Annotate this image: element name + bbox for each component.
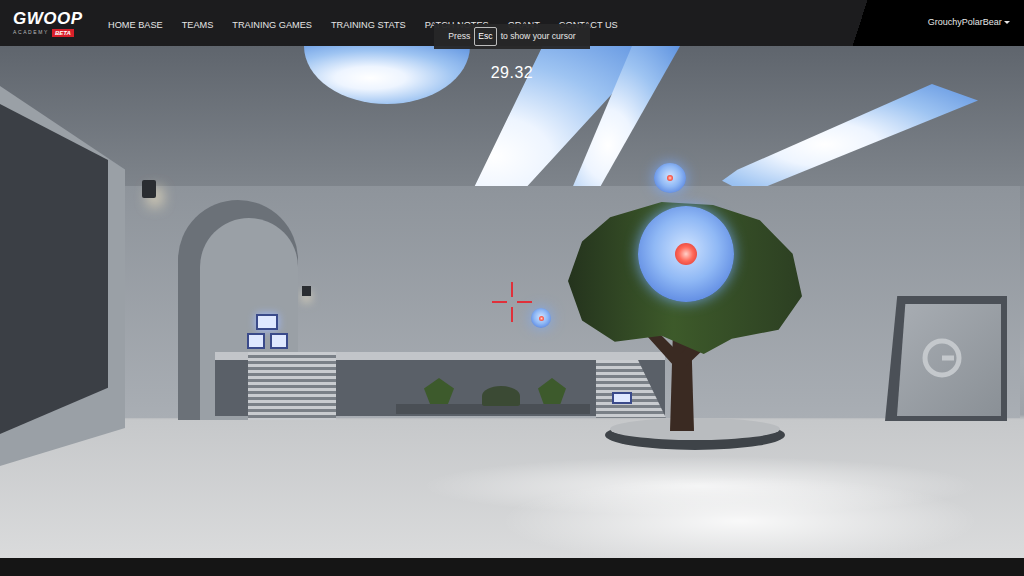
hint-text: Press (448, 30, 470, 43)
beta-badge: BETA (52, 29, 74, 37)
nav-item: HOME BASE (99, 11, 173, 35)
tree-soil (610, 418, 780, 440)
logo-subtitle: ACADEMY (13, 30, 49, 35)
stairs (248, 352, 336, 420)
wall-lamp-icon (142, 180, 156, 198)
wall-screen (0, 104, 108, 434)
hint-text: to show your cursor (501, 30, 576, 43)
cursor-hint: Press Esc to show your cursor (434, 24, 590, 49)
target-core (667, 175, 673, 181)
box (612, 392, 632, 404)
nav-item: TRAINING STATS (322, 11, 416, 35)
nav-link[interactable]: TEAMS (172, 20, 223, 30)
logo-sub: ACADEMY BETA (13, 29, 83, 37)
nav-item: TRAINING GAMES (223, 11, 322, 35)
plant-icon (482, 386, 520, 406)
box (256, 314, 278, 330)
timer: 29.32 (0, 61, 1024, 85)
target[interactable] (654, 163, 686, 193)
box (247, 333, 265, 349)
target[interactable] (531, 308, 551, 328)
floor-light (500, 476, 980, 558)
nav-link[interactable]: TRAINING GAMES (223, 20, 322, 30)
target[interactable] (638, 206, 734, 302)
esc-key: Esc (474, 27, 496, 46)
user-menu[interactable]: GrouchyPolarBear (928, 16, 1010, 30)
crosshair-icon (490, 280, 534, 324)
game-canvas[interactable]: 29.32 (0, 46, 1024, 558)
logo[interactable]: GWOOP ACADEMY BETA (13, 10, 83, 37)
wall-lamp-icon (302, 286, 311, 296)
target-core (539, 316, 544, 321)
box (270, 333, 288, 349)
logo-text: GWOOP (13, 10, 83, 27)
nav-item: TEAMS (172, 11, 223, 35)
nav-link[interactable]: HOME BASE (99, 20, 173, 30)
page: GWOOP ACADEMY BETA HOME BASETEAMSTRAININ… (0, 0, 1024, 576)
door-logo-icon (920, 336, 964, 380)
footer-bar (0, 558, 1024, 576)
target-core (675, 243, 697, 265)
nav-link[interactable]: TRAINING STATS (322, 20, 416, 30)
